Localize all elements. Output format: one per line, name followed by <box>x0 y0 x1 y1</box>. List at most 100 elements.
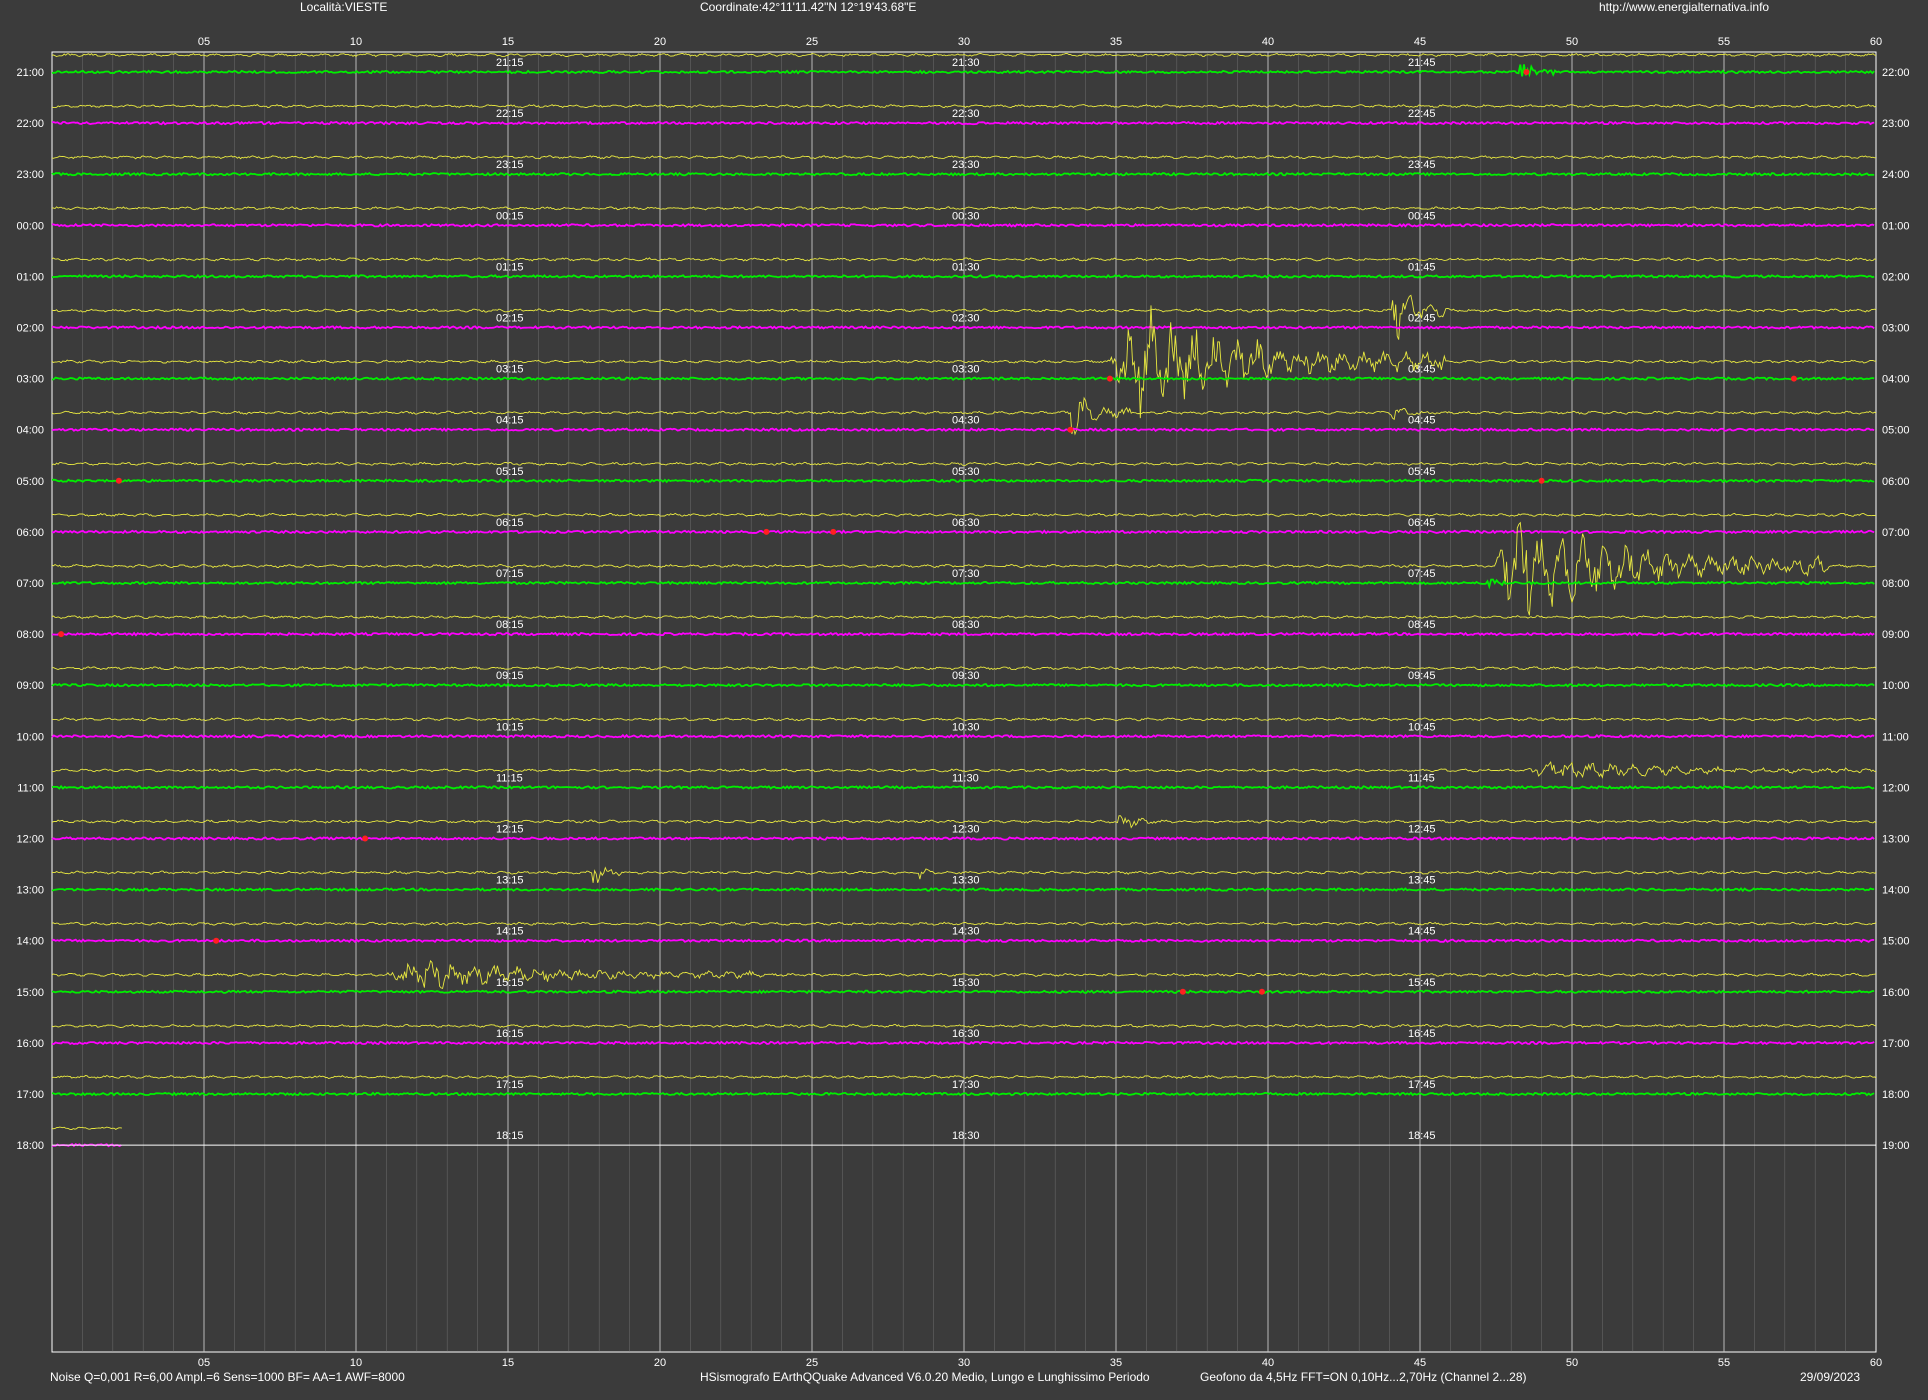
quarter-time-label: 16:15 <box>496 1028 524 1040</box>
footer-date: 29/09/2023 <box>1800 1370 1861 1384</box>
red-marker <box>1258 988 1265 995</box>
hour-label-left: 03:00 <box>16 374 44 386</box>
hour-label-left: 04:00 <box>16 425 44 437</box>
quarter-time-label: 04:45 <box>1408 415 1436 427</box>
hour-label-right: 16:00 <box>1882 987 1910 999</box>
quarter-time-label: 21:30 <box>952 57 980 69</box>
quarter-time-label: 00:30 <box>952 210 980 222</box>
x-tick-label-top: 10 <box>350 36 362 48</box>
quarter-time-label: 12:45 <box>1408 824 1436 836</box>
quarter-time-label: 07:30 <box>952 568 980 580</box>
quarter-time-label: 06:30 <box>952 517 980 529</box>
hour-label-left: 06:00 <box>16 527 44 539</box>
hour-label-left: 17:00 <box>16 1089 44 1101</box>
red-marker <box>830 528 837 535</box>
hour-label-right: 11:00 <box>1882 731 1909 743</box>
quarter-time-label: 01:30 <box>952 261 980 273</box>
hour-label-right: 14:00 <box>1882 885 1910 897</box>
quarter-time-label: 13:15 <box>496 875 524 887</box>
quarter-time-label: 18:15 <box>496 1130 524 1142</box>
quarter-time-label: 05:45 <box>1408 466 1436 478</box>
quarter-time-label: 22:30 <box>952 108 980 120</box>
quarter-time-label: 15:45 <box>1408 977 1436 989</box>
quarter-time-label: 23:30 <box>952 159 980 171</box>
trace-main <box>51 784 1875 790</box>
hour-label-left: 15:00 <box>16 987 44 999</box>
hour-label-left: 13:00 <box>16 885 44 897</box>
hour-label-right: 19:00 <box>1882 1140 1910 1152</box>
quarter-time-label: 09:15 <box>496 670 524 682</box>
quarter-time-label: 14:30 <box>952 926 980 938</box>
hour-label-left: 10:00 <box>16 731 44 743</box>
red-marker <box>58 631 65 638</box>
footer-params: Noise Q=0,001 R=6,00 Ampl.=6 Sens=1000 B… <box>50 1370 405 1384</box>
hour-label-right: 04:00 <box>1882 374 1910 386</box>
quarter-time-label: 16:45 <box>1408 1028 1436 1040</box>
quarter-time-label: 08:45 <box>1408 619 1436 631</box>
x-tick-label-bottom: 05 <box>198 1357 210 1369</box>
quarter-time-label: 15:30 <box>952 977 980 989</box>
quarter-time-label: 17:15 <box>496 1079 524 1091</box>
hour-label-right: 22:00 <box>1882 67 1910 79</box>
hour-label-right: 12:00 <box>1882 782 1910 794</box>
hour-label-left: 07:00 <box>16 578 44 590</box>
quarter-time-label: 23:45 <box>1408 159 1436 171</box>
hour-label-left: 08:00 <box>16 629 44 641</box>
hour-label-right: 06:00 <box>1882 476 1910 488</box>
hour-label-left: 21:00 <box>16 67 44 79</box>
red-marker <box>1523 69 1530 75</box>
x-tick-label-top: 60 <box>1870 36 1882 48</box>
quarter-time-label: 14:45 <box>1408 926 1436 938</box>
quarter-time-label: 00:45 <box>1408 210 1436 222</box>
x-tick-label-top: 15 <box>502 36 514 48</box>
x-tick-label-bottom: 45 <box>1414 1357 1426 1369</box>
quarter-time-label: 13:30 <box>952 875 980 887</box>
trace-main <box>51 1091 1875 1097</box>
hour-label-right: 02:00 <box>1882 271 1910 283</box>
red-marker <box>1179 988 1186 995</box>
hour-label-right: 08:00 <box>1882 578 1910 590</box>
hour-label-right: 03:00 <box>1882 323 1910 335</box>
hour-label-right: 15:00 <box>1882 936 1910 948</box>
hour-label-left: 23:00 <box>16 169 44 181</box>
quarter-time-label: 10:45 <box>1408 721 1436 733</box>
red-marker <box>1538 477 1545 484</box>
x-tick-label-bottom: 35 <box>1110 1357 1122 1369</box>
quarter-time-label: 22:45 <box>1408 108 1436 120</box>
x-tick-label-bottom: 50 <box>1566 1357 1578 1369</box>
red-marker <box>362 835 369 842</box>
quarter-time-label: 05:15 <box>496 466 524 478</box>
x-tick-label-bottom: 60 <box>1870 1357 1882 1369</box>
hour-label-right: 09:00 <box>1882 629 1910 641</box>
hour-label-left: 02:00 <box>16 323 44 335</box>
hour-label-left: 11:00 <box>17 782 44 794</box>
quarter-time-label: 08:30 <box>952 619 980 631</box>
hour-label-left: 01:00 <box>16 271 44 283</box>
hour-label-left: 18:00 <box>16 1140 44 1152</box>
quarter-time-label: 13:45 <box>1408 875 1436 887</box>
hour-label-right: 07:00 <box>1882 527 1910 539</box>
hour-label-left: 22:00 <box>16 118 44 130</box>
hour-label-left: 05:00 <box>16 476 44 488</box>
x-tick-label-bottom: 20 <box>654 1357 666 1369</box>
quarter-time-label: 06:45 <box>1408 517 1436 529</box>
hour-label-right: 13:00 <box>1882 834 1910 846</box>
quarter-time-label: 11:45 <box>1408 772 1435 784</box>
x-tick-label-bottom: 15 <box>502 1357 514 1369</box>
quarter-time-label: 02:15 <box>496 313 524 325</box>
quarter-time-label: 05:30 <box>952 466 980 478</box>
quarter-time-label: 07:45 <box>1408 568 1436 580</box>
quarter-time-label: 00:15 <box>496 210 524 222</box>
quarter-time-label: 07:15 <box>496 568 524 580</box>
red-marker <box>763 528 770 535</box>
trace-main <box>51 989 1875 995</box>
quarter-time-label: 03:45 <box>1408 364 1436 376</box>
trace-main <box>51 427 1875 433</box>
quarter-time-label: 16:30 <box>952 1028 980 1040</box>
hour-label-right: 05:00 <box>1882 425 1910 437</box>
quarter-time-label: 04:30 <box>952 415 980 427</box>
x-tick-label-top: 50 <box>1566 36 1578 48</box>
quarter-time-label: 06:15 <box>496 517 524 529</box>
red-marker <box>1790 375 1797 382</box>
footer-sensor: Geofono da 4,5Hz FFT=ON 0,10Hz...2,70Hz … <box>1200 1370 1527 1384</box>
